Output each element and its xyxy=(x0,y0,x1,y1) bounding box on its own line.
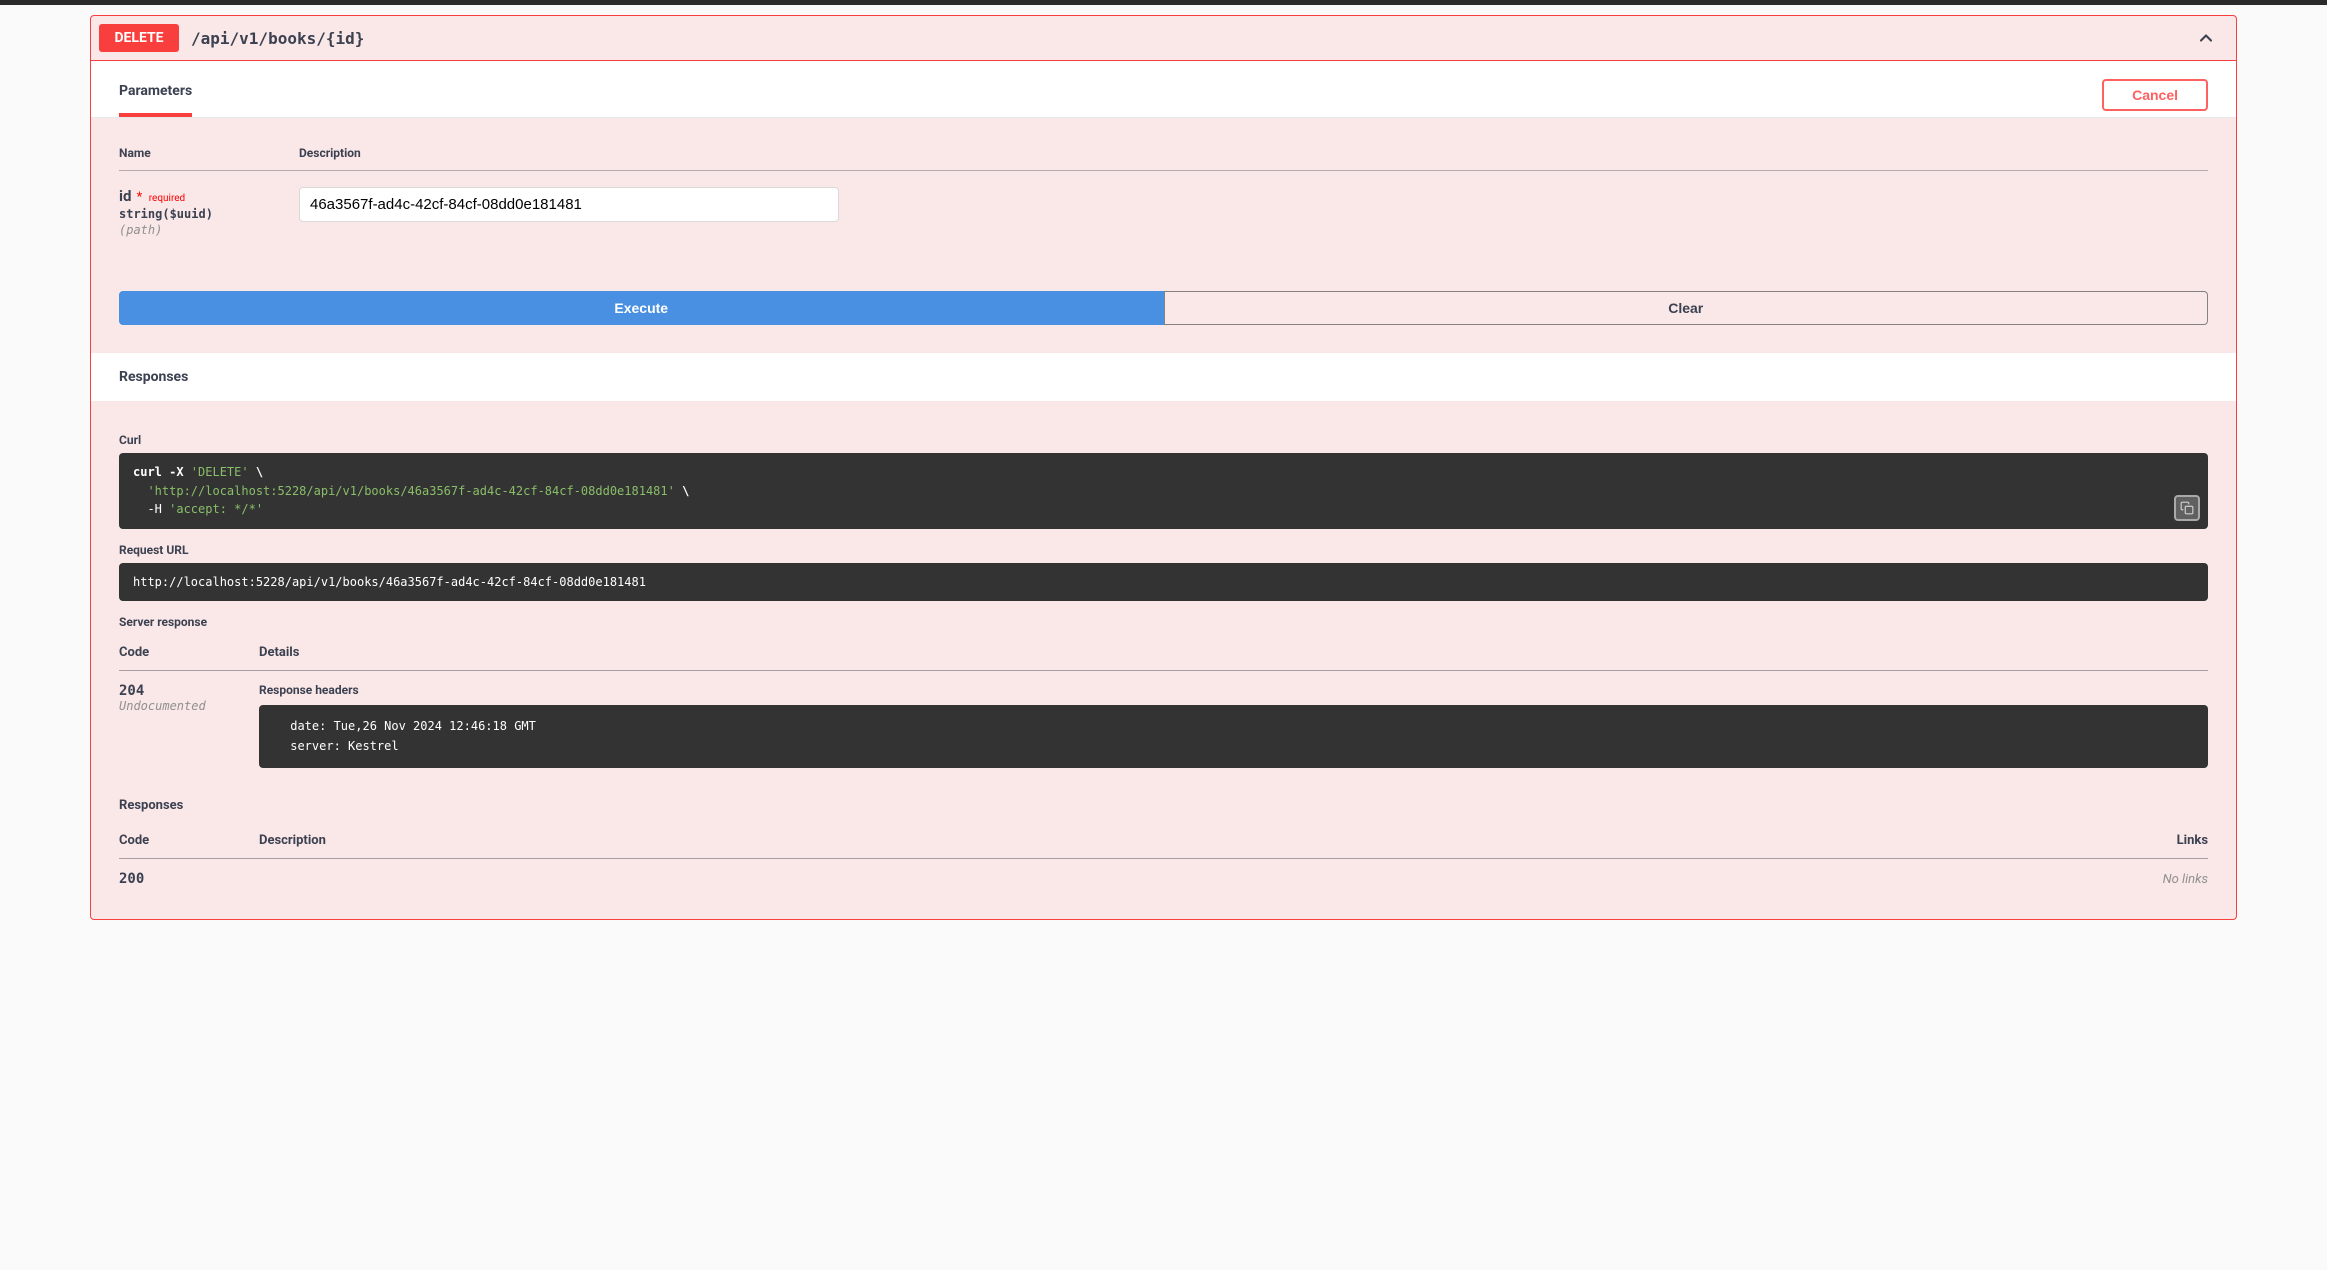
curl-block: curl -X 'DELETE' \ 'http://localhost:522… xyxy=(119,453,2208,529)
curl-bs2: \ xyxy=(675,484,689,498)
clipboard-icon xyxy=(2180,501,2194,515)
responses-list-table: Code Description Links 200 No links xyxy=(119,823,2208,901)
curl-cmd: curl -X xyxy=(133,465,191,479)
execute-row: Execute Clear xyxy=(119,291,2208,325)
rl-status-code: 200 xyxy=(119,871,259,887)
responses-list-row: 200 No links xyxy=(119,858,2208,901)
curl-indent2: -H xyxy=(133,502,169,516)
server-response-row: 204 Undocumented Response headers date: … xyxy=(119,671,2208,782)
cancel-button[interactable]: Cancel xyxy=(2102,79,2208,111)
operation-block-delete: DELETE /api/v1/books/{id} Parameters Can… xyxy=(90,15,2237,920)
parameters-table: Name Description id * required string($u… xyxy=(119,136,2208,261)
parameters-tab[interactable]: Parameters xyxy=(119,73,192,117)
clear-button[interactable]: Clear xyxy=(1164,291,2209,325)
execute-button[interactable]: Execute xyxy=(119,291,1164,325)
curl-method: 'DELETE' xyxy=(191,465,249,479)
sr-col-details: Details xyxy=(259,635,2208,671)
required-star: * xyxy=(133,190,142,205)
param-name: id xyxy=(119,187,131,205)
response-headers-block: date: Tue,26 Nov 2024 12:46:18 GMT serve… xyxy=(259,705,2208,767)
sr-col-code: Code xyxy=(119,635,259,671)
curl-bs1: \ xyxy=(249,465,263,479)
status-code: 204 xyxy=(119,683,259,699)
col-name: Name xyxy=(119,136,299,171)
no-links-label: No links xyxy=(2163,872,2208,887)
operation-summary[interactable]: DELETE /api/v1/books/{id} xyxy=(91,16,2236,61)
curl-indent1 xyxy=(133,484,147,498)
responses-body: Curl curl -X 'DELETE' \ 'http://localhos… xyxy=(91,401,2236,919)
undocumented-label: Undocumented xyxy=(119,699,259,713)
request-url-block: http://localhost:5228/api/v1/books/46a35… xyxy=(119,563,2208,602)
param-in: (path) xyxy=(119,223,299,237)
operation-path: /api/v1/books/{id} xyxy=(191,29,2192,48)
rl-col-description: Description xyxy=(259,823,2088,859)
chevron-up-icon[interactable] xyxy=(2192,24,2220,52)
responses-section-header: Responses xyxy=(91,353,2236,401)
param-id-input[interactable] xyxy=(299,187,839,222)
responses-list-label: Responses xyxy=(119,782,2208,819)
parameter-row-id: id * required string($uuid) (path) xyxy=(119,171,2208,262)
required-label: required xyxy=(149,193,185,204)
curl-label: Curl xyxy=(119,433,2208,447)
server-response-label: Server response xyxy=(119,615,2208,629)
parameters-body: Name Description id * required string($u… xyxy=(91,118,2236,353)
http-method-badge: DELETE xyxy=(99,24,179,52)
responses-title: Responses xyxy=(119,369,2208,385)
rl-col-links: Links xyxy=(2088,823,2208,859)
response-headers-label: Response headers xyxy=(259,683,2208,697)
col-description: Description xyxy=(299,136,2208,171)
copy-curl-button[interactable] xyxy=(2174,495,2200,521)
rl-col-code: Code xyxy=(119,823,259,859)
curl-header: 'accept: */*' xyxy=(169,502,263,516)
param-type: string($uuid) xyxy=(119,207,299,221)
server-response-table: Code Details 204 Undocumented Response h… xyxy=(119,635,2208,781)
request-url-label: Request URL xyxy=(119,543,2208,557)
curl-url: 'http://localhost:5228/api/v1/books/46a3… xyxy=(147,484,674,498)
parameters-header: Parameters Cancel xyxy=(91,61,2236,118)
